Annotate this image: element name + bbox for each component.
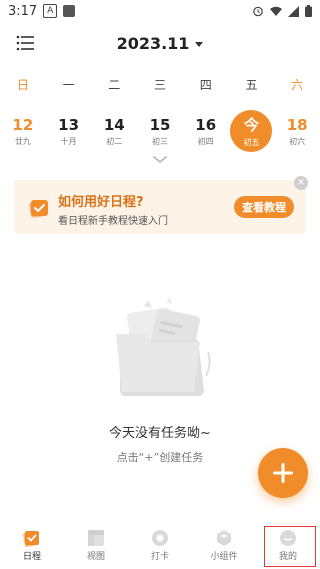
weekday-label: 六	[291, 78, 304, 92]
close-icon[interactable]: ✕	[294, 176, 308, 190]
date-number: 12	[12, 115, 34, 134]
weekday-label: 一	[62, 78, 75, 92]
tab-widgets[interactable]: 小组件	[192, 522, 256, 569]
lunar-date: 廿九	[14, 136, 31, 146]
date-cell[interactable]: 16 初四	[183, 108, 229, 154]
selection-highlight	[264, 526, 316, 567]
grid-view-icon	[88, 530, 104, 546]
banner-subtitle: 看日程新手教程快速入门	[58, 216, 168, 227]
month-selector[interactable]: 2023.11	[0, 34, 320, 53]
wifi-icon	[270, 6, 282, 16]
weekday-label: 三	[154, 78, 167, 92]
status-time: 3:17	[8, 3, 38, 19]
lunar-date: 初五	[243, 138, 260, 147]
status-bar: 3:17 A	[0, 0, 320, 22]
lunar-date: 初六	[289, 136, 306, 146]
tab-mine[interactable]: 我的	[256, 522, 320, 569]
widget-cube-icon	[217, 530, 231, 546]
date-cell-today[interactable]: 今 初五	[229, 108, 275, 154]
date-cell[interactable]: 14 初二	[91, 108, 137, 154]
tab-label: 打卡	[150, 552, 169, 562]
month-title: 2023.11	[116, 34, 190, 53]
date-cell[interactable]: 13 十月	[46, 108, 92, 154]
weekday-label: 五	[245, 78, 258, 92]
bottom-tab-bar: 日程 视图 打卡 小组件 我的	[0, 522, 320, 569]
lunar-date: 初二	[106, 136, 123, 146]
app-header: 2023.11	[0, 30, 320, 58]
tutorial-banner: 如何用好日程? 看日程新手教程快速入门 查看教程 ✕	[14, 176, 308, 234]
date-cell[interactable]: 12 廿九	[0, 108, 46, 154]
notification-a-icon: A	[43, 4, 58, 18]
lunar-date: 初三	[152, 136, 169, 146]
schedule-icon	[23, 531, 39, 547]
weekday-label: 二	[108, 78, 121, 92]
tab-checkin[interactable]: 打卡	[128, 522, 192, 569]
tab-label: 视图	[86, 552, 105, 562]
alarm-icon	[253, 6, 263, 17]
checkin-icon	[152, 530, 168, 546]
notification-square-icon	[63, 5, 76, 17]
week-dates: 12 廿九 13 十月 14 初二 15 初三 16 初四 今 初五 18 初六	[0, 108, 320, 154]
today-indicator: 今 初五	[230, 110, 273, 152]
expand-chevron-icon[interactable]	[153, 156, 167, 164]
empty-folder-illustration	[116, 297, 211, 396]
tab-label: 日程	[22, 552, 41, 562]
chevron-down-icon	[195, 42, 204, 47]
weekday-label: 日	[16, 78, 29, 92]
date-number: 16	[195, 115, 217, 134]
lunar-date: 初四	[197, 136, 214, 146]
view-tutorial-button[interactable]: 查看教程	[234, 196, 294, 218]
date-cell[interactable]: 15 初三	[137, 108, 183, 154]
add-task-button[interactable]	[258, 448, 308, 498]
tab-view[interactable]: 视图	[64, 522, 128, 569]
date-number: 14	[103, 115, 125, 134]
plus-icon	[273, 463, 293, 483]
tab-schedule[interactable]: 日程	[0, 522, 64, 569]
empty-state-title: 今天没有任务呦~	[109, 426, 211, 441]
battery-icon	[305, 5, 312, 17]
tab-label: 小组件	[210, 552, 238, 562]
banner-title: 如何用好日程?	[58, 195, 144, 210]
signal-icon	[288, 5, 299, 17]
calendar-check-icon	[29, 200, 48, 218]
lunar-date: 十月	[60, 136, 77, 146]
date-number: 13	[58, 115, 80, 134]
weekday-header: 日 一 二 三 四 五 六	[0, 76, 320, 93]
weekday-label: 四	[199, 78, 212, 92]
date-cell[interactable]: 18 初六	[274, 108, 320, 154]
date-number: 今	[243, 116, 259, 134]
date-number: 15	[149, 115, 171, 134]
date-number: 18	[286, 115, 308, 134]
